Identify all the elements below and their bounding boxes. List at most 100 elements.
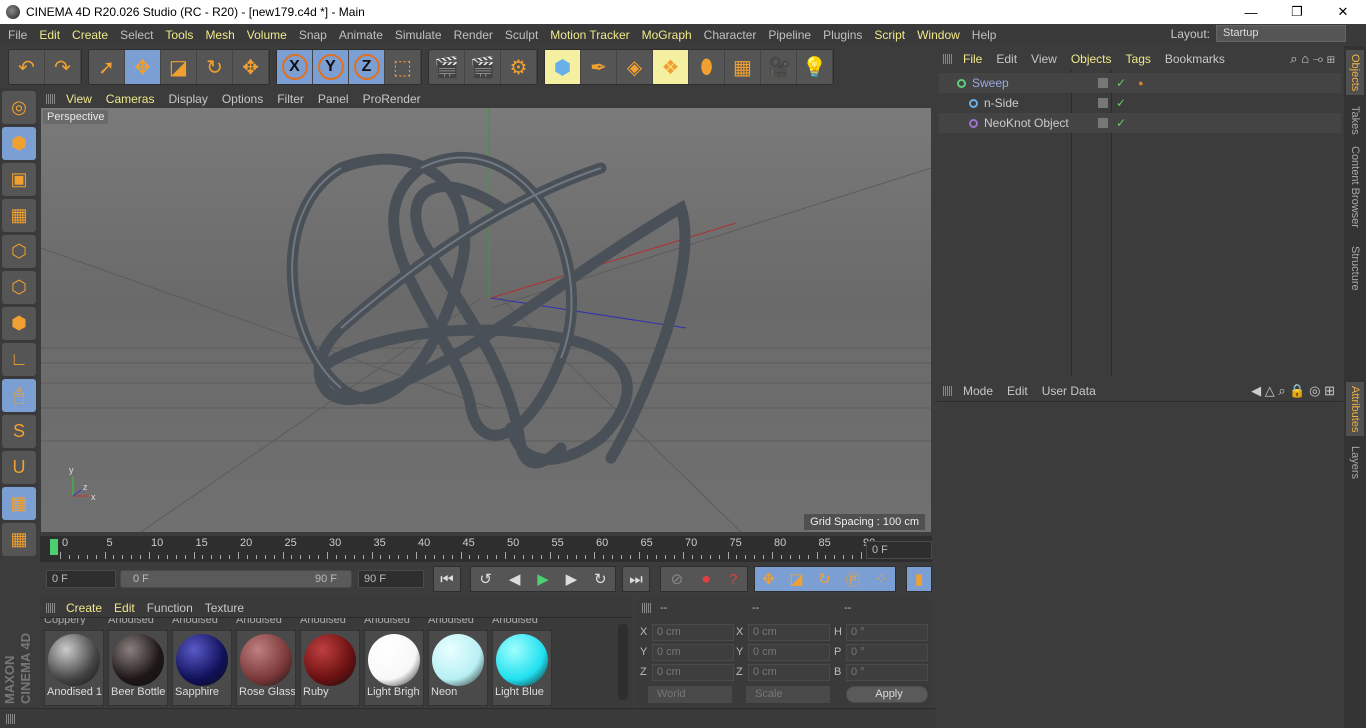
cloner-button[interactable]: ❖ (653, 50, 689, 84)
viewport-menu-panel[interactable]: Panel (318, 92, 349, 106)
viewport-3d[interactable]: y z x Perspective Grid Spacing : 100 cm (41, 108, 931, 532)
material-swatch[interactable]: Sapphire (172, 630, 232, 706)
solo-button[interactable]: S (2, 415, 36, 448)
menu-mesh[interactable]: Mesh (205, 28, 234, 42)
timeline-ruler[interactable]: 051015202530354045505560657075808590 (40, 536, 932, 562)
menu-help[interactable]: Help (972, 28, 997, 42)
undo-button[interactable]: ↶ (9, 50, 45, 84)
planar-workplane-button[interactable]: ▦ (2, 523, 36, 556)
live-selection-button[interactable]: ➚ (89, 50, 125, 84)
attribute-menu-edit[interactable]: Edit (1007, 384, 1028, 398)
frame-range-slider[interactable]: 0 F 90 F (120, 570, 352, 588)
viewport-menu-cameras[interactable]: Cameras (106, 92, 155, 106)
edges-mode-button[interactable]: ⬡ (2, 271, 36, 304)
tweak-mode-button[interactable]: 🖱 (2, 379, 36, 412)
coord-field[interactable]: 0 cm (748, 624, 830, 641)
material-menu-create[interactable]: Create (66, 601, 102, 615)
up-icon[interactable]: △ (1265, 383, 1275, 398)
close-button[interactable]: ✕ (1320, 0, 1366, 24)
visibility-toggle[interactable] (1098, 98, 1108, 108)
enabled-check-icon[interactable]: ✓ (1116, 116, 1126, 130)
render-picture-viewer-button[interactable]: 🎬 (465, 50, 501, 84)
camera-button[interactable]: 🎥 (761, 50, 797, 84)
subdivision-button[interactable]: ◈ (617, 50, 653, 84)
apply-button[interactable]: Apply (846, 686, 928, 703)
neoknot-sweep-object[interactable] (286, 152, 691, 469)
autokey-icon[interactable]: ⏺ (702, 571, 710, 588)
menu-character[interactable]: Character (704, 28, 757, 42)
x-axis-button[interactable]: X (277, 50, 313, 84)
current-frame-field[interactable]: 0 F (866, 541, 932, 559)
material-swatch[interactable]: Light Blue (492, 630, 552, 706)
pen-button[interactable]: ✒ (581, 50, 617, 84)
coord-field[interactable]: 0 cm (748, 664, 830, 681)
material-scrollbar[interactable] (618, 624, 628, 700)
attribute-menu-mode[interactable]: Mode (963, 384, 993, 398)
sweep-tag-icon[interactable]: ● (1138, 78, 1143, 88)
viewport-menu-options[interactable]: Options (222, 92, 263, 106)
z-axis-button[interactable]: Z (349, 50, 385, 84)
search-icon[interactable]: ⌕ (1278, 383, 1285, 398)
material-row-label[interactable]: Anodised (492, 618, 552, 625)
object-menu-edit[interactable]: Edit (996, 52, 1017, 66)
attribute-menu-user-data[interactable]: User Data (1042, 384, 1096, 398)
object-row[interactable]: NeoKnot Object ✓ (939, 113, 1341, 133)
key-rotation-icon[interactable]: ↻ (818, 570, 831, 588)
menu-pipeline[interactable]: Pipeline (768, 28, 811, 42)
dock-tab-objects[interactable]: Objects (1346, 50, 1364, 96)
material-swatch[interactable]: Neon (428, 630, 488, 706)
coord-field[interactable]: 0 cm (652, 664, 734, 681)
start-frame-field[interactable]: 0 F (46, 570, 116, 588)
menu-tools[interactable]: Tools (165, 28, 193, 42)
dock-tab-attributes[interactable]: Attributes (1346, 382, 1364, 437)
dock-tab-content-browser[interactable]: Content Browser (1346, 142, 1364, 232)
menu-edit[interactable]: Edit (39, 28, 60, 42)
key-position-icon[interactable]: ✥ (762, 570, 775, 588)
coordinate-system-button[interactable]: ⬚ (385, 50, 421, 84)
material-row-label[interactable]: Anodised (428, 618, 488, 625)
object-menu-view[interactable]: View (1031, 52, 1057, 66)
menu-simulate[interactable]: Simulate (395, 28, 442, 42)
coord-field[interactable]: 0 cm (652, 644, 734, 661)
material-row-label[interactable]: Anodised (236, 618, 296, 625)
points-mode-button[interactable]: ⬡ (2, 235, 36, 268)
deformer-button[interactable]: ⬮ (689, 50, 725, 84)
scale-button[interactable]: ◪ (161, 50, 197, 84)
enabled-check-icon[interactable]: ✓ (1116, 96, 1126, 110)
menu-volume[interactable]: Volume (247, 28, 287, 42)
menu-snap[interactable]: Snap (299, 28, 327, 42)
go-to-end-button[interactable]: ⏭ (622, 566, 650, 592)
next-key-button[interactable]: ↻ (594, 570, 607, 588)
lock-icon[interactable]: 🔒 (1289, 383, 1305, 398)
viewport-menu-prorender[interactable]: ProRender (363, 92, 421, 106)
render-settings-button[interactable]: ⚙ (501, 50, 537, 84)
go-to-start-button[interactable]: ⏮ (433, 566, 461, 592)
make-editable-button[interactable]: ◎ (2, 91, 36, 124)
recent-tool-button[interactable]: ✥ (233, 50, 269, 84)
object-row[interactable]: n-Side ✓ (939, 93, 1341, 113)
viewport-menu-view[interactable]: View (66, 92, 92, 106)
material-swatch[interactable]: Ruby (300, 630, 360, 706)
keyframe-selection-icon[interactable]: ? (729, 571, 737, 588)
visibility-toggle[interactable] (1098, 78, 1108, 88)
material-row-label[interactable]: Anodised (108, 618, 168, 625)
coord-field[interactable]: 0 ° (846, 644, 928, 661)
menu-animate[interactable]: Animate (339, 28, 383, 42)
y-axis-button[interactable]: Y (313, 50, 349, 84)
material-swatch[interactable]: Light Brigh (364, 630, 424, 706)
visibility-toggle[interactable] (1098, 118, 1108, 128)
material-row-label[interactable]: Anodised (172, 618, 232, 625)
previous-frame-button[interactable]: ◀ (509, 570, 521, 588)
menu-create[interactable]: Create (72, 28, 108, 42)
material-swatch[interactable]: Anodised 1 (44, 630, 104, 706)
material-row-label[interactable]: Anodised (364, 618, 424, 625)
dock-tab-structure[interactable]: Structure (1346, 242, 1364, 295)
cube-button[interactable]: ⬢ (545, 50, 581, 84)
axis-mode-button[interactable]: ∟ (2, 343, 36, 376)
new-panel-icon[interactable]: ⊞ (1327, 51, 1335, 66)
previous-key-button[interactable]: ↺ (479, 570, 492, 588)
object-row[interactable]: Sweep ✓ ● (939, 73, 1341, 93)
material-swatch[interactable]: Rose Glass (236, 630, 296, 706)
model-mode-button[interactable]: ⬢ (2, 127, 36, 160)
maximize-button[interactable]: ❐ (1274, 0, 1320, 24)
